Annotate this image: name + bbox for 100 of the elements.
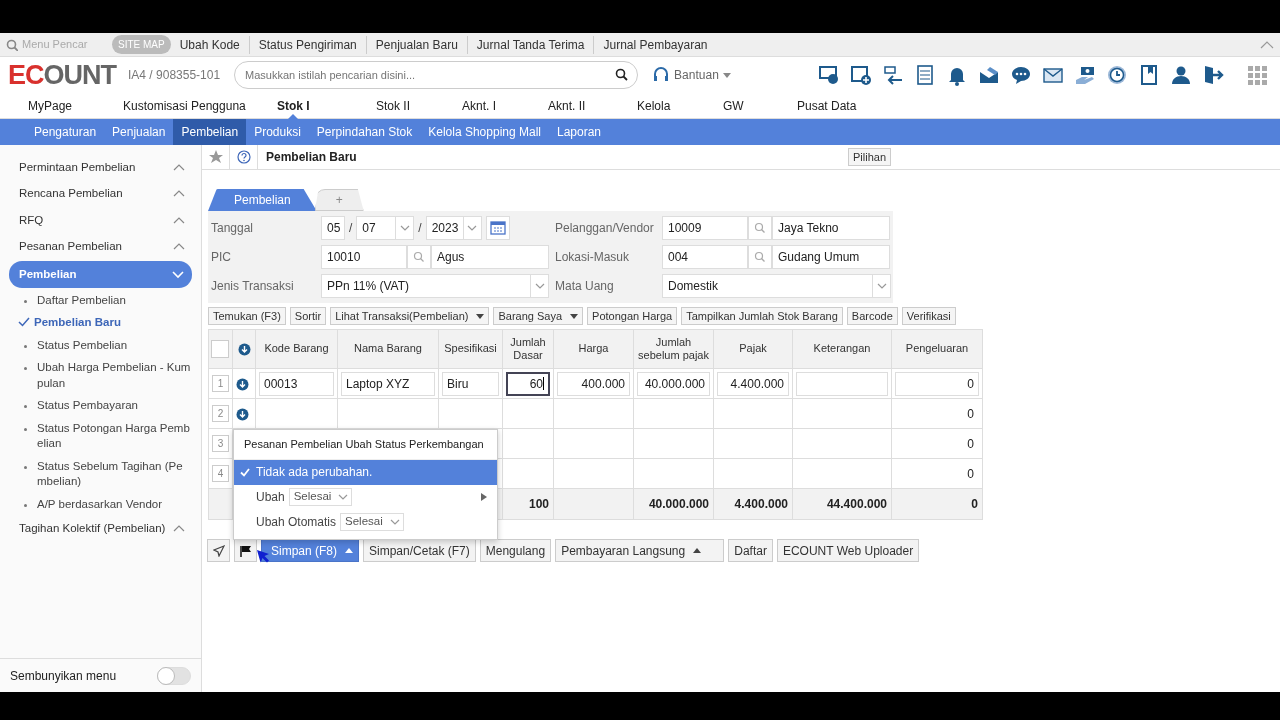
sidebar-subitem[interactable]: Daftar Pembelian bbox=[0, 288, 201, 311]
action-button[interactable]: Mengulang bbox=[479, 539, 552, 563]
cell-input[interactable] bbox=[796, 371, 888, 396]
send-button[interactable] bbox=[207, 539, 230, 563]
main-menu-item[interactable]: Pusat Data bbox=[797, 96, 857, 115]
main-menu-item[interactable]: Aknt. II bbox=[548, 96, 586, 115]
arrow-down-icon[interactable] bbox=[237, 343, 251, 356]
cell-input[interactable]: 4.400.000 bbox=[717, 371, 789, 396]
sub-menu-item[interactable]: Pengaturan bbox=[26, 119, 105, 145]
sub-menu-item[interactable]: Pembelian bbox=[173, 119, 247, 145]
quick-link[interactable]: Jurnal Tanda Terima bbox=[467, 35, 595, 54]
calendar-button[interactable] bbox=[485, 216, 510, 240]
code-field[interactable]: 10010 bbox=[321, 245, 407, 269]
year-select[interactable]: 2023 bbox=[425, 216, 482, 240]
quick-link[interactable]: Status Pengiriman bbox=[249, 35, 367, 54]
quick-link[interactable]: Ubah Kode bbox=[170, 35, 250, 54]
toolbar-button[interactable]: Verifikasi bbox=[901, 307, 956, 326]
name-field[interactable]: Gudang Umum bbox=[772, 245, 890, 269]
sub-menu-item[interactable]: Kelola Shopping Mall bbox=[420, 119, 549, 145]
sidebar-item[interactable]: RFQ bbox=[0, 207, 199, 234]
sidebar-item[interactable]: Pesanan Pembelian bbox=[0, 233, 199, 260]
sidebar-subitem[interactable]: Pembelian Baru bbox=[0, 311, 201, 334]
cell-input[interactable]: 40.000.000 bbox=[637, 371, 710, 396]
toolbar-button[interactable]: Barang Saya bbox=[493, 307, 584, 326]
select-all-checkbox[interactable] bbox=[211, 340, 229, 359]
bookmark-icon[interactable] bbox=[1138, 64, 1160, 86]
sidebar-item[interactable]: Tagihan Kolektif (Pembelian) bbox=[0, 515, 199, 542]
sidebar-subitem[interactable]: Status Sebelum Tagihan (Pembelian) bbox=[0, 454, 201, 493]
main-menu-item[interactable]: Kelola bbox=[637, 96, 671, 115]
menu-search-field[interactable]: Menu Pencar bbox=[22, 36, 114, 53]
action-button[interactable]: Pembayaran Langsung bbox=[555, 539, 725, 563]
name-field[interactable]: Jaya Tekno bbox=[772, 216, 890, 240]
action-button[interactable]: ECOUNT Web Uploader bbox=[776, 539, 920, 563]
exit-icon[interactable] bbox=[1202, 64, 1224, 86]
name-field[interactable]: Agus bbox=[431, 245, 549, 269]
chevron-down-icon bbox=[388, 517, 401, 527]
envelope-icon[interactable] bbox=[978, 64, 1000, 86]
sidebar-subitem[interactable]: Ubah Harga Pembelian - Kumpulan bbox=[0, 356, 201, 395]
main-menu-item[interactable]: Aknt. I bbox=[462, 96, 496, 115]
arrow-down-icon[interactable] bbox=[236, 408, 249, 422]
document-icon[interactable] bbox=[914, 64, 936, 86]
cell-input[interactable]: 60 bbox=[506, 371, 550, 396]
sub-menu-item[interactable]: Laporan bbox=[549, 119, 610, 145]
chat-icon[interactable] bbox=[1010, 64, 1032, 86]
flag-button[interactable] bbox=[234, 539, 257, 563]
help-icon[interactable] bbox=[236, 150, 251, 164]
cell-input[interactable]: 400.000 bbox=[557, 371, 630, 396]
cell-input[interactable]: Laptop XYZ bbox=[341, 371, 435, 396]
main-menu-item[interactable]: Stok II bbox=[376, 96, 410, 115]
sub-menu-item[interactable]: Perpindahan Stok bbox=[308, 119, 421, 145]
search-icon[interactable] bbox=[615, 68, 630, 82]
main-menu-item[interactable]: Stok I bbox=[277, 96, 310, 115]
action-button[interactable]: Daftar bbox=[728, 539, 773, 563]
star-icon[interactable] bbox=[208, 150, 223, 164]
transfer-icon[interactable] bbox=[882, 64, 904, 86]
toggle-switch[interactable] bbox=[157, 666, 191, 685]
cell-input[interactable]: 00013 bbox=[259, 371, 334, 396]
logo[interactable]: ECOUNT bbox=[8, 61, 116, 89]
sidebar-item[interactable]: Rencana Pembelian bbox=[0, 180, 199, 207]
quick-link[interactable]: Jurnal Pembayaran bbox=[594, 35, 717, 54]
toolbar-button[interactable]: Temukan (F3) bbox=[208, 307, 286, 326]
select-field[interactable]: PPn 11% (VAT) bbox=[321, 274, 549, 298]
toolbar-button[interactable]: Barcode bbox=[846, 307, 898, 326]
quick-link[interactable]: Penjualan Baru bbox=[366, 35, 468, 54]
tab[interactable]: Pembelian bbox=[208, 189, 317, 211]
sub-menu-item[interactable]: Produksi bbox=[246, 119, 309, 145]
select-field[interactable]: Domestik bbox=[662, 274, 891, 298]
code-field[interactable]: 10009 bbox=[662, 216, 748, 240]
cell-input[interactable]: 0 bbox=[895, 371, 979, 396]
main-menu-item[interactable]: Kustomisasi Pengguna bbox=[123, 96, 246, 115]
help-menu[interactable]: Bantuan bbox=[652, 66, 731, 84]
sidebar-subitem[interactable]: Status Potongan Harga Pembelian bbox=[0, 416, 201, 455]
sidebar-subitem[interactable]: Status Pembayaran bbox=[0, 394, 201, 417]
toolbar-button[interactable]: Tampilkan Jumlah Stok Barang bbox=[681, 307, 843, 326]
sidebar-subitem[interactable]: Status Pembelian bbox=[0, 333, 201, 357]
code-field[interactable]: 004 bbox=[662, 245, 748, 269]
month-select[interactable]: 07 bbox=[356, 216, 415, 240]
day-field[interactable]: 05 bbox=[321, 216, 345, 240]
window-plus-icon[interactable] bbox=[850, 64, 872, 86]
toolbar-button[interactable]: Potongan Harga bbox=[587, 307, 678, 326]
user-icon[interactable] bbox=[1170, 64, 1192, 86]
sidebar-item[interactable]: Permintaan Pembelian bbox=[0, 154, 199, 181]
action-button[interactable]: Simpan/Cetak (F7) bbox=[363, 539, 476, 563]
arrow-down-icon[interactable] bbox=[236, 378, 249, 392]
chevron-down-icon bbox=[398, 223, 411, 233]
popup-option[interactable]: Ubah Selesai bbox=[234, 484, 497, 510]
main-menu-item[interactable]: MyPage bbox=[28, 96, 73, 115]
popup-option[interactable]: Tidak ada perubahan. bbox=[234, 459, 497, 485]
main-menu-item[interactable]: GW bbox=[723, 96, 744, 115]
sidebar-item[interactable]: Pembelian bbox=[9, 261, 192, 288]
sidebar-subitem[interactable]: A/P berdasarkan Vendor bbox=[0, 492, 201, 516]
clock-icon[interactable] bbox=[1106, 64, 1128, 86]
monitor-icon[interactable] bbox=[818, 64, 840, 86]
toolbar-button[interactable]: Lihat Transaksi(Pembelian) bbox=[330, 307, 490, 326]
options-button[interactable]: Pilihan bbox=[848, 147, 892, 167]
toolbar-button[interactable]: Sortir bbox=[289, 307, 327, 326]
popup-option[interactable]: Ubah Otomatis Selesai bbox=[234, 509, 497, 535]
sub-menu-item[interactable]: Penjualan bbox=[104, 119, 174, 145]
cell-input[interactable]: Biru bbox=[442, 371, 499, 396]
hand-money-icon[interactable] bbox=[1074, 64, 1096, 86]
